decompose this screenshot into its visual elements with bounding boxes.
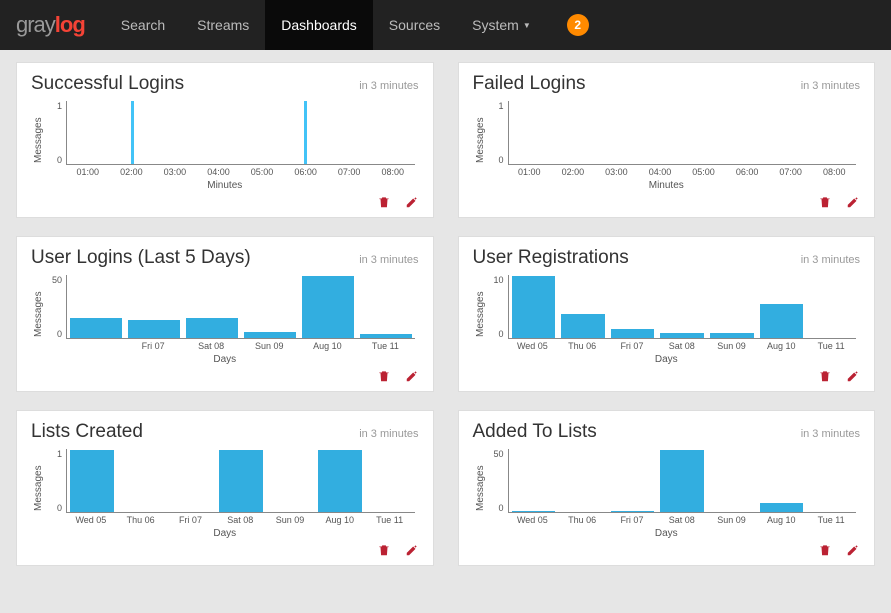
panel-title: User Registrations [473, 247, 629, 269]
x-axis-label: Minutes [473, 180, 861, 191]
trash-icon[interactable] [377, 195, 391, 209]
edit-icon[interactable] [846, 195, 860, 209]
panel-added-to-lists: Added To Listsin 3 minutes Messages 500 … [458, 410, 876, 566]
plot [66, 275, 415, 339]
y-ticks: 10 [44, 101, 62, 165]
y-axis-label: Messages [31, 449, 44, 527]
edit-icon[interactable] [846, 543, 860, 557]
edit-icon[interactable] [405, 195, 419, 209]
panel-failed-logins: Failed Loginsin 3 minutes Messages 10 01… [458, 62, 876, 218]
x-ticks: 01:0002:0003:0004:0005:0006:0007:0008:00 [66, 167, 415, 179]
panel-title: Failed Logins [473, 73, 586, 95]
plot [66, 449, 415, 513]
nav-sources[interactable]: Sources [373, 0, 456, 50]
edit-icon[interactable] [846, 369, 860, 383]
x-axis-label: Minutes [31, 180, 419, 191]
x-axis-label: Days [473, 528, 861, 539]
panel-head: Successful Logins in 3 minutes [31, 73, 419, 95]
panel-title: Lists Created [31, 421, 143, 443]
logo-text-log: log [55, 12, 85, 37]
panel-refresh: in 3 minutes [359, 428, 418, 440]
y-axis-label: Messages [473, 101, 486, 179]
panel-user-registrations: User Registrationsin 3 minutes Messages … [458, 236, 876, 392]
y-axis-label: Messages [31, 101, 44, 179]
notifications-badge[interactable]: 2 [567, 14, 589, 36]
nav-system[interactable]: System ▼ [456, 0, 547, 50]
logo[interactable]: graylog [16, 12, 85, 38]
dashboard-grid: Successful Logins in 3 minutes Messages … [0, 50, 891, 578]
panel-title: Successful Logins [31, 73, 184, 95]
panel-refresh: in 3 minutes [801, 254, 860, 266]
nav-streams[interactable]: Streams [181, 0, 265, 50]
y-axis-label: Messages [473, 449, 486, 527]
panel-lists-created: Lists Createdin 3 minutes Messages 10 We… [16, 410, 434, 566]
x-axis-label: Days [31, 354, 419, 365]
panel-refresh: in 3 minutes [359, 254, 418, 266]
plot [508, 275, 857, 339]
panel-actions [31, 191, 419, 211]
nav-search[interactable]: Search [105, 0, 181, 50]
panel-title: Added To Lists [473, 421, 597, 443]
x-axis-label: Days [31, 528, 419, 539]
x-axis-label: Days [473, 354, 861, 365]
trash-icon[interactable] [818, 369, 832, 383]
nav-dashboards[interactable]: Dashboards [265, 0, 373, 50]
panel-user-logins: User Logins (Last 5 Days) in 3 minutes Me… [16, 236, 434, 392]
nav-items: Search Streams Dashboards Sources System… [105, 0, 547, 50]
panel-refresh: in 3 minutes [359, 80, 418, 92]
plot [508, 101, 857, 165]
y-axis-label: Messages [31, 275, 44, 353]
panel-successful-logins: Successful Logins in 3 minutes Messages … [16, 62, 434, 218]
trash-icon[interactable] [377, 543, 391, 557]
logo-text-gray: gray [16, 12, 55, 37]
navbar: graylog Search Streams Dashboards Source… [0, 0, 891, 50]
chart-body: 10 01:0002:0003:0004:0005:0006:0007:0008… [44, 101, 419, 179]
panel-refresh: in 3 minutes [801, 428, 860, 440]
panel-refresh: in 3 minutes [801, 80, 860, 92]
panel-title: User Logins (Last 5 Days) [31, 247, 251, 269]
trash-icon[interactable] [818, 543, 832, 557]
chart-area: Messages 10 01:0002:0003:0004:0005:0006:… [31, 101, 419, 179]
edit-icon[interactable] [405, 543, 419, 557]
chevron-down-icon: ▼ [523, 21, 531, 30]
nav-system-label: System [472, 17, 519, 33]
trash-icon[interactable] [818, 195, 832, 209]
trash-icon[interactable] [377, 369, 391, 383]
plot [66, 101, 415, 165]
edit-icon[interactable] [405, 369, 419, 383]
plot [508, 449, 857, 513]
y-axis-label: Messages [473, 275, 486, 353]
